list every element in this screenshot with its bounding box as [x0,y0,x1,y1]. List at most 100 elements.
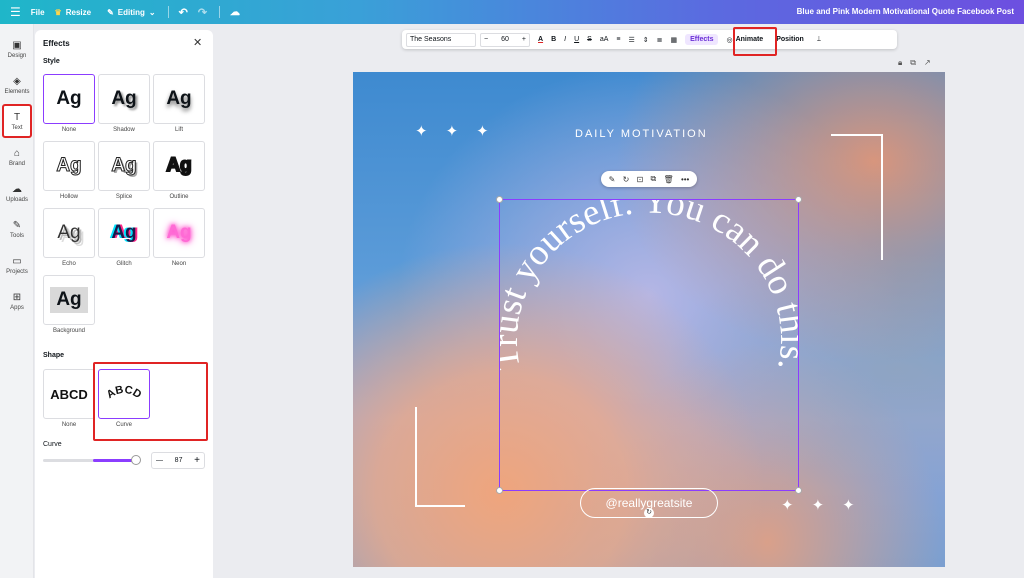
rail-item-design[interactable]: ▣ Design [2,32,32,66]
layout-icon: ▣ [12,39,22,51]
style-tile[interactable]: Ag [153,141,205,191]
close-icon[interactable]: ✕ [193,36,202,49]
duplicate-icon[interactable]: ⧉ [651,174,657,184]
rail-item-brand[interactable]: ⌂ Brand [2,140,32,174]
undo-icon[interactable]: ↶ [179,6,188,19]
rail-item-tools[interactable]: ✎ Tools [2,212,32,246]
style-tile[interactable]: Ag [98,208,150,258]
style-glitch[interactable]: Ag Glitch [98,208,150,267]
style-neon[interactable]: Ag Neon [153,208,205,267]
text-color-button[interactable]: A [538,36,543,43]
effects-button[interactable]: Effects [685,34,719,45]
resize-handle[interactable] [795,196,802,203]
heading-text[interactable]: DAILY MOTIVATION [575,128,708,140]
curve-slider[interactable] [43,455,141,465]
redo-icon[interactable]: ↷ [198,6,207,19]
lock-icon[interactable]: ⊡ [637,175,644,184]
rail-label: Apps [10,304,24,311]
effects-highlight-box [733,27,777,56]
rail-item-apps[interactable]: ⊞ Apps [2,284,32,318]
paint-format-icon[interactable]: ⟘ [817,36,821,44]
strikethrough-button[interactable]: S [587,36,592,43]
case-button[interactable]: aA [600,36,609,43]
style-none[interactable]: Ag None [43,74,95,133]
format-icon[interactable]: ≣ [657,36,663,44]
style-echo[interactable]: Ag Echo [43,208,95,267]
effects-panel: Effects ✕ Style Ag None Ag Shadow Ag Lif… [35,30,213,578]
rail-label: Elements [4,88,30,95]
style-tile[interactable]: Ag [43,74,95,124]
frame-line [881,134,883,260]
style-tile[interactable]: Ag [43,141,95,191]
style-background[interactable]: Ag Background [43,275,95,334]
resize-button[interactable]: ♛ Resize [55,8,92,17]
plus-icon[interactable]: + [194,455,200,466]
minus-icon[interactable]: − [484,36,488,43]
style-label: Neon [171,261,187,267]
canvas-actions: 🔒︎ ⧉ ↗ [898,58,931,68]
slider-handle[interactable] [131,455,141,465]
style-tile[interactable]: Ag [98,74,150,124]
chevron-down-icon: ⌄ [148,7,156,17]
style-tile[interactable]: Ag [98,141,150,191]
underline-button[interactable]: U [574,36,579,43]
style-label: Echo [62,261,76,267]
highlight-box [93,362,208,441]
spacing-icon[interactable]: ⇕ [643,36,649,44]
style-label: Outline [169,194,189,200]
style-shadow[interactable]: Ag Shadow [98,74,150,133]
shape-none[interactable]: ABCD None [43,369,95,428]
rail-label: Design [7,52,27,59]
rail-item-uploads[interactable]: ☁ Uploads [2,176,32,210]
style-hollow[interactable]: Ag Hollow [43,141,95,200]
pen-icon: ✎ [12,219,22,231]
style-preview: Ag [56,155,82,177]
sparkle-icons: ✦✦✦ [781,497,873,514]
share-icon[interactable]: ↗ [924,58,931,68]
minus-icon[interactable]: — [156,457,163,464]
design-title[interactable]: Blue and Pink Modern Motivational Quote … [797,7,1014,16]
resize-handle[interactable] [496,487,503,494]
style-outline[interactable]: Ag Outline [153,141,205,200]
style-tile[interactable]: Ag [43,208,95,258]
rotate-icon[interactable]: ↻ [644,508,654,518]
apps-icon: ⊞ [12,291,22,303]
hamburger-icon[interactable]: ☰ [10,5,21,19]
editing-dropdown[interactable]: ✎ Editing ⌄ [107,8,156,17]
cloud-sync-icon[interactable]: ☁ [230,7,240,18]
plus-icon[interactable]: + [522,36,526,43]
style-lift[interactable]: Ag Lift [153,74,205,133]
curve-stepper[interactable]: — 87 + [151,452,205,469]
magic-icon[interactable]: ✎ [609,175,616,184]
comment-icon[interactable]: ↻ [623,175,630,184]
font-size-value[interactable]: 60 [501,36,509,43]
list-icon[interactable]: ☰ [628,36,634,44]
curve-value[interactable]: 87 [175,457,183,464]
design-canvas[interactable]: ✦✦✦ DAILY MOTIVATION Trust yourself. You… [353,72,945,567]
style-splice[interactable]: Ag Splice [98,141,150,200]
transparency-icon[interactable]: ▦ [671,36,678,44]
rail-item-elements[interactable]: ◈ Elements [2,68,32,102]
align-icon[interactable]: ≡ [616,36,620,43]
resize-handle[interactable] [496,196,503,203]
style-label: Hollow [59,194,78,200]
bold-button[interactable]: B [551,36,556,43]
style-tile[interactable]: Ag [43,275,95,325]
file-menu[interactable]: File [31,8,45,17]
italic-button[interactable]: I [564,36,566,43]
rail-item-text[interactable]: T Text [2,104,32,138]
font-dropdown[interactable]: The Seasons [406,32,476,47]
rail-item-projects[interactable]: ▭ Projects [2,248,32,282]
more-icon[interactable]: ••• [681,175,689,184]
style-label: Lift [174,127,183,133]
font-size-stepper[interactable]: − 60 + [480,32,530,47]
style-preview: Ag [166,222,192,243]
shape-tile[interactable]: ABCD [43,369,95,419]
style-tile[interactable]: Ag [153,208,205,258]
crown-icon: ♛ [54,7,62,17]
style-tile[interactable]: Ag [153,74,205,124]
lock-icon[interactable]: 🔒︎ [898,58,902,68]
resize-handle[interactable] [795,487,802,494]
duplicate-icon[interactable]: ⧉ [910,58,916,68]
trash-icon[interactable]: 🗑︎ [664,175,674,184]
